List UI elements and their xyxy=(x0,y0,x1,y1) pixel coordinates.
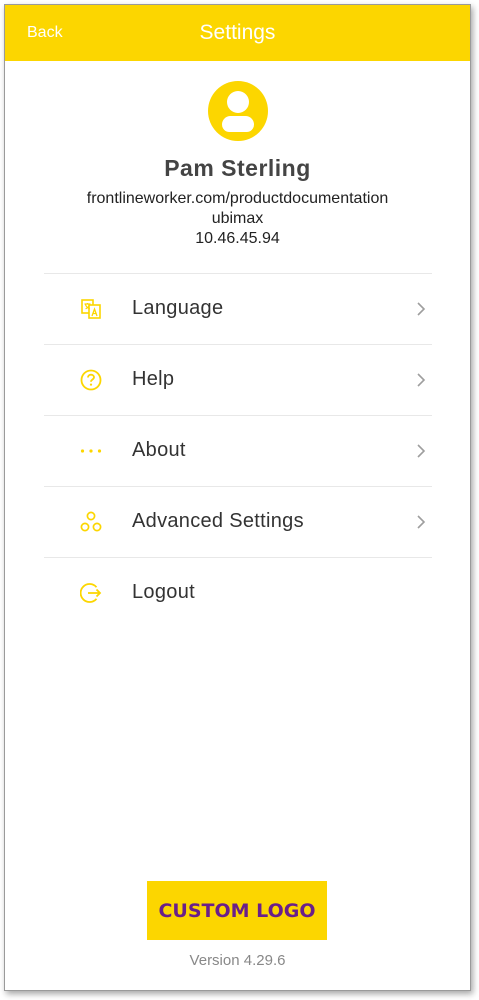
menu-item-logout[interactable]: Logout xyxy=(44,558,432,628)
more-dots-icon xyxy=(80,449,102,453)
menu-item-label: Language xyxy=(132,297,224,319)
chevron-right-icon xyxy=(417,515,426,529)
advanced-settings-icon xyxy=(80,511,102,532)
user-domain: frontlineworker.com/productdocumentation xyxy=(86,190,389,207)
app-window: Back Settings Pam Sterling frontlinework… xyxy=(4,4,471,991)
menu-item-about[interactable]: About xyxy=(44,416,432,486)
menu-item-label: Help xyxy=(132,368,175,390)
menu-item-label: About xyxy=(132,439,186,461)
menu-item-advanced-settings[interactable]: Advanced Settings xyxy=(44,487,432,557)
chevron-right-icon xyxy=(417,444,426,458)
custom-logo-text: CUSTOM LOGO xyxy=(158,899,316,922)
profile-section: Pam Sterling frontlineworker.com/product… xyxy=(5,81,470,249)
user-ip-address: 10.46.45.94 xyxy=(195,230,280,247)
page-title: Settings xyxy=(199,21,276,44)
custom-logo: CUSTOM LOGO xyxy=(147,881,327,940)
menu-item-help[interactable]: Help xyxy=(44,345,432,415)
user-organization: ubimax xyxy=(211,210,264,227)
version-label: Version 4.29.6 xyxy=(189,952,286,969)
user-avatar-icon xyxy=(207,81,268,141)
menu-item-label: Advanced Settings xyxy=(132,510,304,532)
menu-item-label: Logout xyxy=(132,581,195,603)
chevron-right-icon xyxy=(417,373,426,387)
settings-menu: Language Help About Advanced Settings Lo… xyxy=(44,273,432,628)
chevron-right-icon xyxy=(417,302,426,316)
logout-icon xyxy=(80,583,102,603)
menu-item-language[interactable]: Language xyxy=(44,274,432,344)
user-name: Pam Sterling xyxy=(164,155,311,181)
app-bar: Back Settings xyxy=(5,5,470,61)
translate-icon xyxy=(81,299,101,319)
help-circle-icon xyxy=(80,369,102,391)
